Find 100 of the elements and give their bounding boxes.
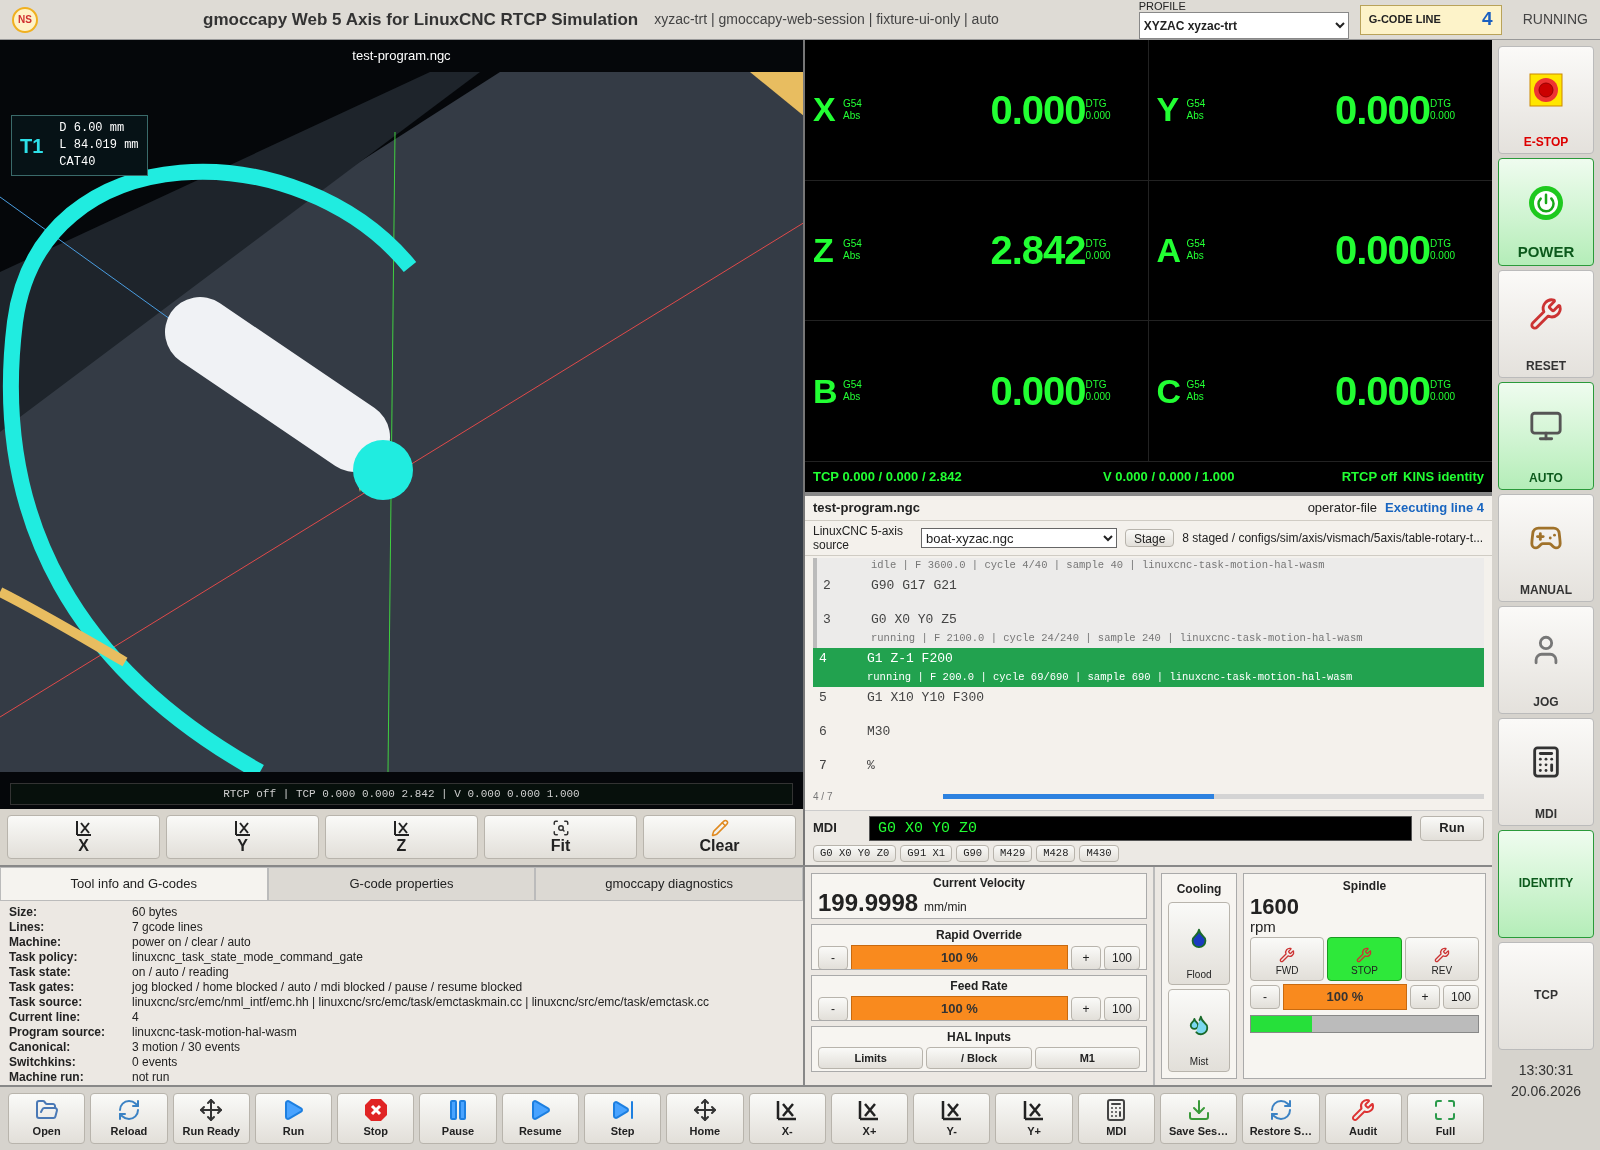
- mode-button[interactable]: JOG: [1498, 606, 1594, 714]
- info-value: 60 bytes: [132, 905, 179, 920]
- kinematics-status: KINS identity: [1403, 468, 1484, 487]
- code-line[interactable]: 6 M30: [813, 721, 1484, 755]
- reset-value-button[interactable]: 100: [1104, 997, 1140, 1020]
- override-track[interactable]: 100 %: [851, 945, 1068, 969]
- clock-date: 20.06.2026: [1510, 1082, 1582, 1101]
- vector-readout: V 0.000 / 0.000 / 1.000: [1103, 468, 1235, 487]
- card-title: Current Velocity: [933, 875, 1025, 892]
- mdi-history-chip[interactable]: G90: [956, 845, 990, 862]
- execution-status: Executing line 4: [1385, 499, 1484, 518]
- coolant-button[interactable]: Mist: [1168, 989, 1230, 1072]
- mdi-history-chip[interactable]: M429: [993, 845, 1033, 862]
- line-number: 5: [819, 689, 828, 708]
- mdi-history-chip[interactable]: M428: [1036, 845, 1076, 862]
- toolbar-button[interactable]: Home: [666, 1093, 744, 1144]
- toolbar-button[interactable]: Pause: [419, 1093, 497, 1144]
- mode-button[interactable]: MANUAL: [1498, 494, 1594, 602]
- card-title: HAL Inputs: [947, 1029, 1011, 1046]
- mode-button[interactable]: E-STOP: [1498, 46, 1594, 154]
- increase-button[interactable]: +: [1071, 946, 1101, 969]
- mdi-input[interactable]: G0 X0 Y0 Z0: [869, 815, 1412, 841]
- mdi-history-chip[interactable]: G91 X1: [900, 845, 953, 862]
- toolbar-button[interactable]: MDI: [1077, 1093, 1155, 1144]
- increase-button[interactable]: +: [1071, 997, 1101, 1020]
- coolant-button[interactable]: Flood: [1168, 902, 1230, 985]
- info-tab[interactable]: gmoccapy diagnostics: [535, 867, 803, 901]
- toolbar-button[interactable]: Open: [8, 1093, 86, 1144]
- code-line[interactable]: 5 G1 X10 Y10 F300: [813, 687, 1484, 721]
- view-button[interactable]: Y: [166, 815, 319, 859]
- toolbar-button[interactable]: Full: [1406, 1093, 1485, 1144]
- info-label: Machine run:: [9, 1070, 85, 1085]
- info-label: Machine:: [9, 935, 62, 950]
- override-track[interactable]: 100 %: [1283, 984, 1407, 1010]
- dtg-value: 0.000: [1430, 391, 1457, 403]
- toolbar-button[interactable]: X-: [748, 1093, 826, 1144]
- axis-letter: B: [813, 370, 839, 412]
- dtg-value: 0.000: [1085, 391, 1112, 404]
- reset-value-button[interactable]: 100: [1443, 985, 1479, 1009]
- spindle-button[interactable]: REV: [1404, 937, 1479, 981]
- card-title: Spindle: [1342, 878, 1387, 895]
- axis-letter: C: [1156, 370, 1183, 412]
- toolbar-button[interactable]: Stop: [337, 1093, 415, 1144]
- mode-button[interactable]: AUTO: [1498, 382, 1594, 490]
- view-button[interactable]: Fit: [484, 815, 637, 859]
- decrease-button[interactable]: -: [1250, 985, 1280, 1009]
- dtg-value: 0.000: [1430, 109, 1457, 121]
- hal-input-button[interactable]: / Block: [926, 1047, 1032, 1069]
- code-text: G1 X10 Y10 F300: [867, 689, 985, 708]
- toolbar-button[interactable]: Restore S…: [1242, 1093, 1320, 1144]
- view-button[interactable]: X: [7, 815, 160, 859]
- mdi-history-chip[interactable]: M430: [1079, 845, 1119, 862]
- axis-letter: Z: [813, 230, 835, 271]
- toolbar-button[interactable]: Reload: [90, 1093, 168, 1144]
- increase-button[interactable]: +: [1410, 985, 1440, 1009]
- mode-button[interactable]: RESET: [1498, 270, 1594, 378]
- decrease-button[interactable]: -: [818, 946, 848, 969]
- decrease-button[interactable]: -: [818, 997, 848, 1020]
- toolbar-button[interactable]: Save Ses…: [1159, 1093, 1238, 1144]
- override-value: 100 %: [941, 949, 978, 968]
- toolbar-button[interactable]: Resume: [501, 1093, 579, 1144]
- toolbar-button[interactable]: Run Ready: [172, 1093, 250, 1144]
- stage-button[interactable]: Stage: [1125, 529, 1175, 548]
- info-value: on / auto / reading: [132, 965, 230, 980]
- source-select[interactable]: boat-xyzac.ngc: [921, 528, 1117, 549]
- toolbar-button[interactable]: Run: [254, 1093, 333, 1144]
- toolbar-button[interactable]: Audit: [1324, 1093, 1402, 1144]
- move-arrows-icon: [692, 1097, 717, 1122]
- info-tab[interactable]: Tool info and G-codes: [0, 867, 268, 901]
- profile-select[interactable]: XYZAC xyzac-trt: [1138, 12, 1349, 39]
- axis-letter: X: [813, 89, 837, 131]
- mode-button[interactable]: MDI: [1498, 718, 1594, 826]
- view-button[interactable]: Clear: [643, 815, 796, 859]
- hal-input-button[interactable]: Limits: [818, 1047, 924, 1069]
- spindle-button[interactable]: FWD: [1250, 937, 1325, 981]
- override-track[interactable]: 100 %: [851, 996, 1068, 1020]
- toolbar-button[interactable]: X+: [830, 1093, 909, 1144]
- card-title: Rapid Override: [936, 927, 1022, 944]
- hal-input-button[interactable]: M1: [1034, 1047, 1140, 1069]
- spindle-button[interactable]: STOP: [1327, 937, 1402, 981]
- mode-button[interactable]: IDENTITY: [1498, 830, 1594, 938]
- mdi-history-chip[interactable]: G0 X0 Y0 Z0: [813, 845, 897, 862]
- code-line[interactable]: 7 %: [813, 755, 1484, 789]
- code-text: M30: [867, 723, 891, 742]
- toolbar-button[interactable]: Step: [583, 1093, 662, 1144]
- mode-button[interactable]: TCP: [1498, 942, 1594, 1050]
- axis-value: 0.000: [1334, 368, 1430, 416]
- position-mode: Abs: [1186, 109, 1205, 122]
- coordinate-system: G54: [843, 238, 863, 251]
- reset-value-button[interactable]: 100: [1104, 946, 1140, 969]
- toolbar-button[interactable]: Y+: [995, 1093, 1073, 1144]
- run-button[interactable]: Run: [1420, 815, 1484, 841]
- view-button[interactable]: Z: [325, 815, 478, 859]
- axis-value: 2.842: [990, 227, 1086, 275]
- toolbar-button[interactable]: Y-: [913, 1093, 991, 1144]
- mode-button[interactable]: POWER: [1498, 158, 1594, 266]
- line-number: 3: [823, 611, 832, 630]
- info-value: power on / clear / auto: [132, 935, 252, 950]
- info-tab[interactable]: G-code properties: [267, 867, 536, 901]
- folder-icon: [34, 1097, 59, 1122]
